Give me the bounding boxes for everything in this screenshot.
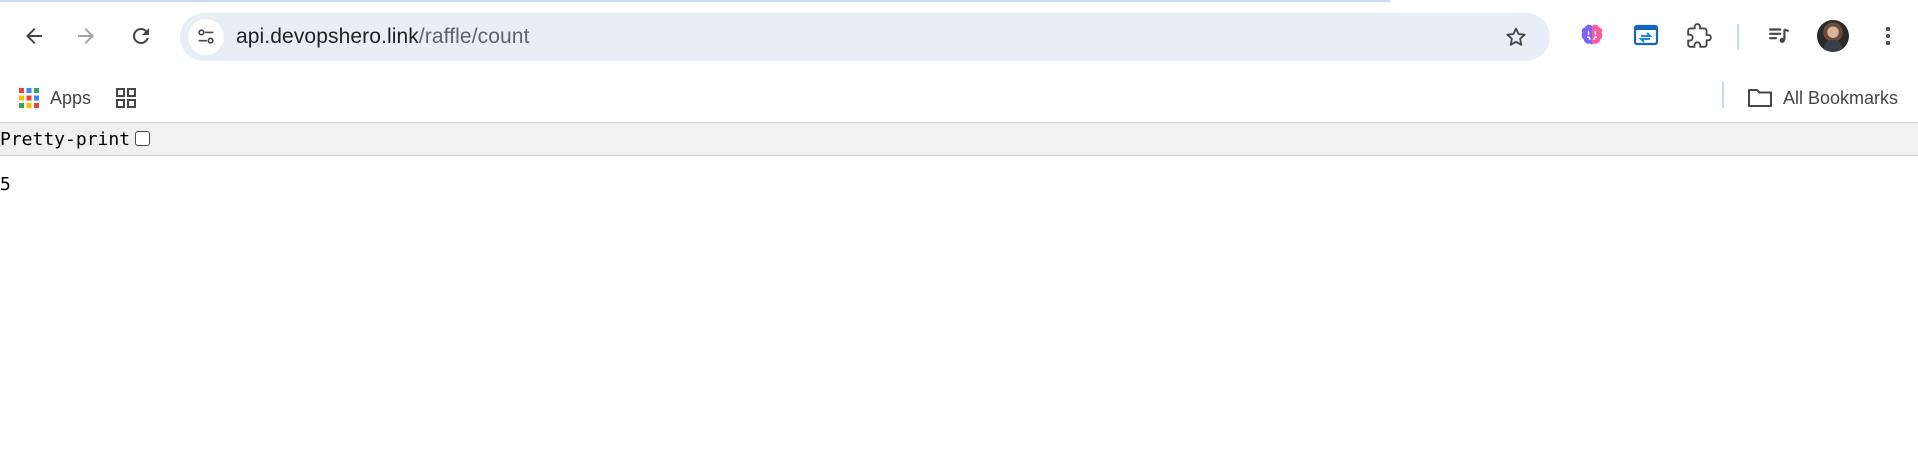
bookmarks-separator bbox=[1722, 82, 1724, 108]
pretty-print-bar: Pretty-print bbox=[0, 122, 1918, 156]
back-arrow-icon bbox=[26, 28, 42, 44]
apps-label: Apps bbox=[50, 87, 92, 108]
site-info-button[interactable] bbox=[188, 19, 224, 55]
site-info-icon bbox=[198, 29, 214, 44]
folder-icon bbox=[1748, 89, 1772, 107]
tab-groups-icon bbox=[116, 88, 136, 108]
brain-extension-button[interactable] bbox=[1574, 18, 1610, 54]
all-bookmarks-button[interactable]: All Bookmarks bbox=[1747, 81, 1898, 115]
response-body: 5 bbox=[0, 174, 11, 195]
puzzle-extensions-icon bbox=[1687, 23, 1712, 48]
all-bookmarks-label: All Bookmarks bbox=[1783, 87, 1899, 108]
pretty-print-label: Pretty-print bbox=[0, 129, 131, 150]
media-queue-button[interactable] bbox=[1761, 18, 1797, 54]
url-host: api.devopshero.link bbox=[236, 25, 419, 48]
pretty-print-checkbox[interactable] bbox=[135, 131, 150, 146]
apps-grid-icon bbox=[19, 88, 39, 108]
loading-progress-bar bbox=[0, 0, 1390, 2]
bookmarks-bar: Apps All Bookmarks bbox=[0, 74, 1918, 122]
extensions-button[interactable] bbox=[1681, 18, 1717, 54]
media-queue-icon bbox=[1769, 28, 1790, 43]
back-button[interactable] bbox=[14, 16, 54, 56]
kebab-menu-icon bbox=[1886, 27, 1890, 45]
forward-arrow-icon bbox=[78, 28, 94, 44]
reload-button[interactable] bbox=[121, 16, 161, 56]
forward-button[interactable] bbox=[66, 16, 106, 56]
screen-extension-button[interactable] bbox=[1628, 18, 1664, 54]
tab-groups-button[interactable] bbox=[114, 81, 138, 115]
bookmark-star-button[interactable] bbox=[1502, 23, 1530, 51]
toolbar-separator bbox=[1737, 24, 1739, 50]
screen-extension-icon bbox=[1633, 24, 1659, 46]
url-path: /raffle/count bbox=[418, 25, 530, 48]
address-bar[interactable]: api.devopshero.link/raffle/count bbox=[180, 13, 1550, 61]
reload-icon bbox=[132, 27, 149, 44]
brain-extension-icon bbox=[1581, 24, 1603, 45]
browser-menu-button[interactable] bbox=[1870, 18, 1906, 54]
browser-toolbar: api.devopshero.link/raffle/count bbox=[0, 0, 1918, 74]
apps-bookmark[interactable]: Apps bbox=[18, 81, 91, 115]
profile-avatar[interactable] bbox=[1817, 20, 1849, 52]
star-icon bbox=[1506, 27, 1526, 46]
url-text[interactable]: api.devopshero.link/raffle/count bbox=[236, 25, 530, 49]
